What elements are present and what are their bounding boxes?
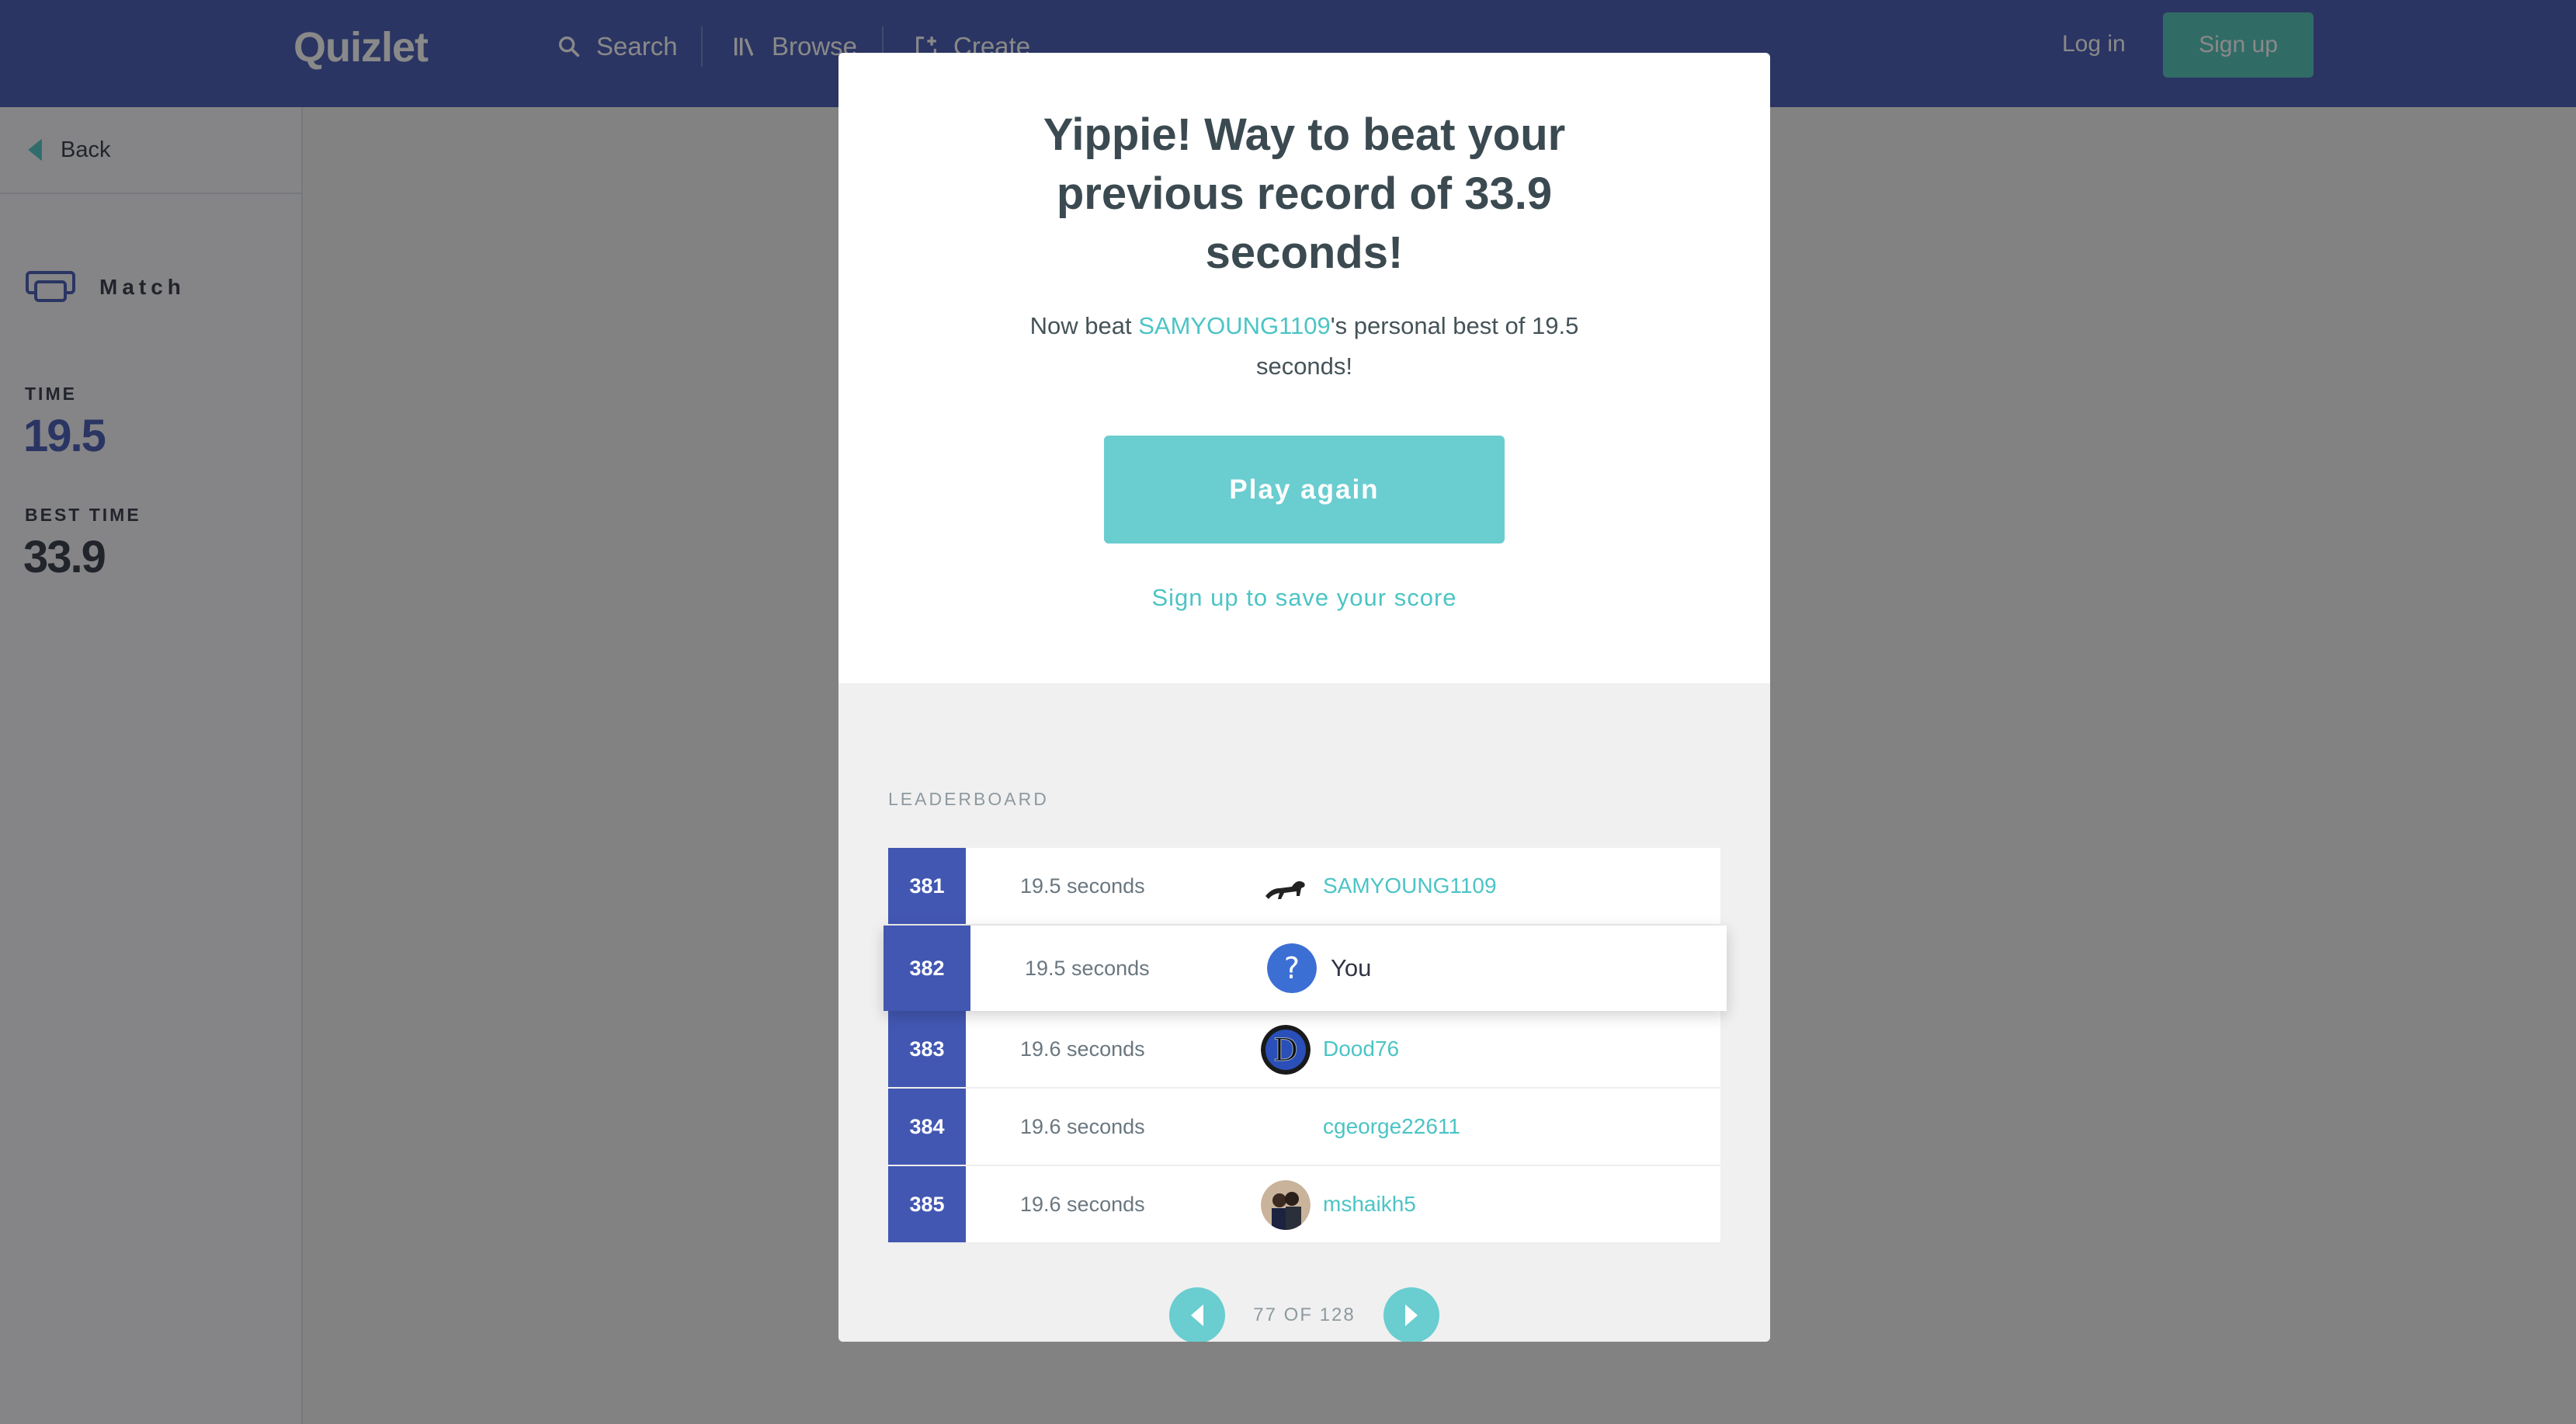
play-again-button[interactable]: Play again <box>1104 436 1505 544</box>
row-username-link[interactable]: mshaikh5 <box>1323 1166 1416 1242</box>
leaderboard-heading: LEADERBOARD <box>888 789 1049 809</box>
leaderboard-row: 381 19.5 seconds SAMYOUNG1109 <box>888 848 1720 926</box>
leaderboard-row: 383 19.6 seconds D Dood76 <box>888 1011 1720 1089</box>
svg-text:D: D <box>1273 1033 1298 1068</box>
results-subtitle: Now beat SAMYOUNG1109's personal best of… <box>994 306 1615 387</box>
next-page-button[interactable] <box>1383 1287 1439 1342</box>
row-username-link[interactable]: SAMYOUNG1109 <box>1323 848 1497 924</box>
rank-badge: 381 <box>888 848 966 924</box>
row-time: 19.6 seconds <box>1020 1192 1145 1216</box>
leaderboard-row: 384 19.6 seconds cgeorge22611 <box>888 1089 1720 1166</box>
svg-text:?: ? <box>1284 951 1300 985</box>
row-time: 19.5 seconds <box>1025 956 1150 980</box>
photo-avatar[interactable] <box>1261 1180 1311 1230</box>
leaderboard-row-you: 382 19.5 seconds ? You <box>884 926 1727 1011</box>
chevron-right-icon <box>1405 1304 1418 1326</box>
row-time: 19.6 seconds <box>1020 1114 1145 1138</box>
row-username-link[interactable]: cgeorge22611 <box>1323 1089 1460 1165</box>
row-username: You <box>1331 954 1372 981</box>
row-time: 19.5 seconds <box>1020 874 1145 898</box>
subtitle-prefix: Now beat <box>1029 312 1139 339</box>
row-time: 19.6 seconds <box>1020 1037 1145 1061</box>
results-title: Yippie! Way to beat your previous record… <box>1043 109 1566 278</box>
rank-badge: 384 <box>888 1089 966 1165</box>
leaderboard-table: 381 19.5 seconds SAMYOUNG1109 382 19.5 s… <box>884 848 1727 1244</box>
cheetah-avatar[interactable] <box>1261 862 1311 912</box>
row-username-link[interactable]: Dood76 <box>1323 1011 1399 1087</box>
question-mark-avatar: ? <box>1267 943 1317 993</box>
leaderboard: LEADERBOARD 381 19.5 seconds SAMYOUNG110… <box>838 683 1770 1342</box>
signup-save-score-link[interactable]: Sign up to save your score <box>994 584 1615 612</box>
rank-badge: 382 <box>884 926 970 1011</box>
letter-d-avatar[interactable]: D <box>1261 1025 1311 1075</box>
results-modal: Yippie! Way to beat your previous record… <box>838 53 1770 1342</box>
leaderboard-pager: 77 OF 128 <box>838 1287 1770 1342</box>
leaderboard-row: 385 19.6 seconds mshaikh5 <box>888 1166 1720 1244</box>
rank-badge: 383 <box>888 1011 966 1087</box>
rank-badge: 385 <box>888 1166 966 1242</box>
subtitle-username-link[interactable]: SAMYOUNG1109 <box>1138 312 1331 339</box>
